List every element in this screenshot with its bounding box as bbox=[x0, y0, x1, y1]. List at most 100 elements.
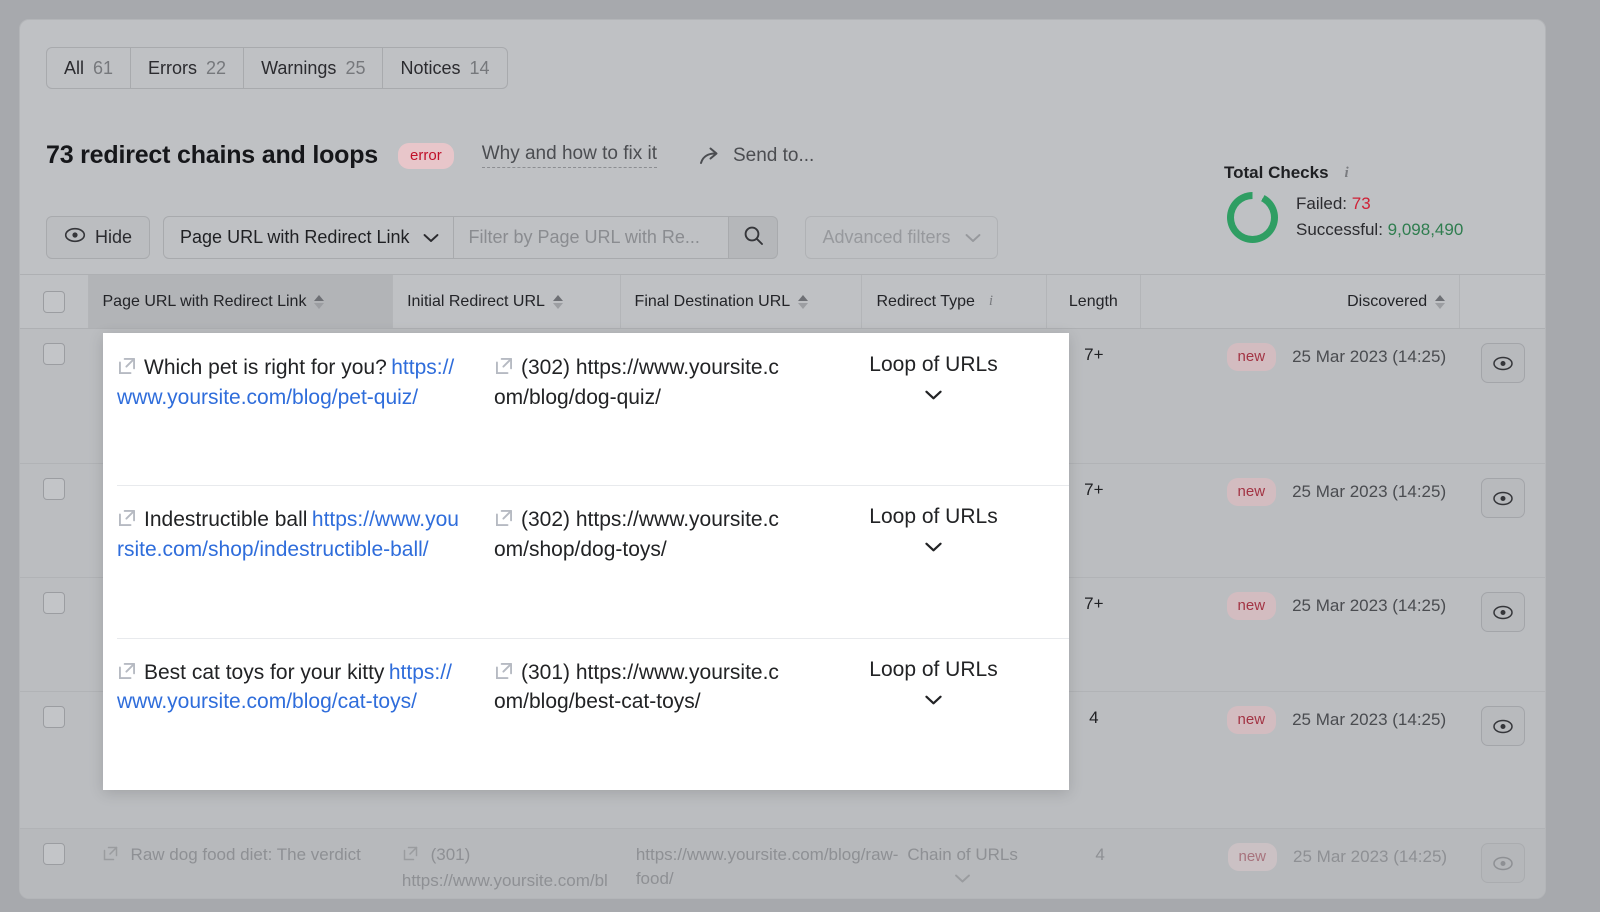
tab-notices[interactable]: Notices 14 bbox=[383, 48, 506, 88]
column-header-label: Final Destination URL bbox=[634, 292, 791, 310]
tab-errors[interactable]: Errors 22 bbox=[131, 48, 245, 88]
popup-redirect-type: Loop of URLs bbox=[869, 657, 998, 681]
popup-cell-type: Loop of URLs bbox=[798, 353, 1069, 485]
select-all-checkbox[interactable] bbox=[42, 290, 65, 313]
column-select[interactable]: Page URL with Redirect Link bbox=[163, 216, 455, 259]
row-preview-button[interactable] bbox=[1480, 706, 1525, 746]
external-link-icon[interactable] bbox=[117, 661, 137, 686]
search-button[interactable] bbox=[729, 216, 779, 259]
column-header-discovered[interactable]: Discovered bbox=[1141, 275, 1461, 328]
eye-icon bbox=[1493, 856, 1513, 870]
tab-all[interactable]: All 61 bbox=[47, 48, 132, 88]
cell-discovered: 25 Mar 2023 (14:25) bbox=[1292, 482, 1447, 502]
cell-length: 4 bbox=[1095, 845, 1105, 864]
column-header-label: Discovered bbox=[1347, 292, 1428, 310]
share-arrow-icon bbox=[699, 146, 723, 166]
popup-page-title[interactable]: Best cat toys for your kitty bbox=[144, 661, 384, 684]
info-icon[interactable]: i bbox=[1339, 165, 1355, 181]
popup-cell-initial: (301) https://www.yoursite.com/blog/best… bbox=[478, 658, 798, 790]
sort-icon[interactable] bbox=[798, 294, 809, 309]
info-icon[interactable]: i bbox=[983, 293, 999, 310]
issue-header: 73 redirect chains and loops error Why a… bbox=[46, 141, 814, 170]
cell-final-url[interactable]: https://www.yoursite.com/blog/raw-food/ bbox=[636, 843, 899, 891]
why-and-how-to-fix-it-link[interactable]: Why and how to fix it bbox=[481, 143, 657, 168]
row-preview-button[interactable] bbox=[1481, 843, 1526, 883]
row-detail-popup: Which pet is right for you? https://www.… bbox=[103, 333, 1069, 790]
advanced-filters-label: Advanced filters bbox=[822, 227, 951, 247]
column-header-length: Length bbox=[1047, 275, 1142, 328]
external-link-icon[interactable] bbox=[494, 661, 514, 686]
total-checks-legend: Failed: 73 Successful: 9,098,490 bbox=[1296, 191, 1463, 244]
total-checks-body: Failed: 73 Successful: 9,098,490 bbox=[1221, 191, 1521, 244]
sort-icon[interactable] bbox=[314, 294, 325, 309]
row-preview-button[interactable] bbox=[1480, 343, 1525, 383]
column-header-page-url[interactable]: Page URL with Redirect Link bbox=[88, 275, 394, 328]
successful-line: Successful: 9,098,490 bbox=[1296, 217, 1463, 243]
column-header-initial-url[interactable]: Initial Redirect URL bbox=[393, 275, 621, 328]
popup-page-title[interactable]: Which pet is right for you? bbox=[144, 356, 387, 379]
external-link-icon[interactable] bbox=[494, 356, 514, 381]
tab-errors-count: 22 bbox=[206, 57, 227, 78]
column-header-actions bbox=[1460, 275, 1545, 328]
chevron-down-icon[interactable] bbox=[814, 389, 1053, 401]
popup-initial-url[interactable]: (302) https://www.yoursite.com/blog/dog-… bbox=[494, 356, 779, 409]
send-to-button[interactable]: Send to... bbox=[699, 145, 814, 167]
column-select-value: Page URL with Redirect Link bbox=[180, 227, 410, 247]
row-checkbox[interactable] bbox=[43, 592, 66, 614]
row-checkbox[interactable] bbox=[43, 706, 66, 728]
column-header-label: Length bbox=[1068, 292, 1118, 310]
cell-initial-url[interactable]: (301) https://www.yoursite.com/bl bbox=[402, 845, 608, 890]
cell-page-title[interactable]: Raw dog food diet: The verdict bbox=[131, 845, 361, 864]
select-all-header bbox=[20, 275, 89, 328]
failed-value: 73 bbox=[1351, 194, 1371, 213]
sort-icon[interactable] bbox=[1435, 294, 1446, 309]
row-preview-button[interactable] bbox=[1480, 478, 1525, 518]
row-checkbox[interactable] bbox=[43, 343, 66, 365]
tab-warnings[interactable]: Warnings 25 bbox=[244, 48, 384, 88]
failed-label: Failed: bbox=[1296, 194, 1348, 213]
search-input[interactable] bbox=[454, 216, 730, 259]
column-header-label: Page URL with Redirect Link bbox=[102, 292, 307, 310]
popup-cell-initial: (302) https://www.yoursite.com/shop/dog-… bbox=[478, 505, 798, 637]
status-badge-new: new bbox=[1226, 706, 1277, 735]
tab-warnings-label: Warnings bbox=[261, 57, 337, 78]
popup-row[interactable]: Best cat toys for your kitty https://www… bbox=[103, 637, 1069, 790]
search-icon bbox=[743, 225, 764, 251]
total-checks-header: Total Checks i bbox=[1224, 163, 1521, 183]
tab-notices-count: 14 bbox=[469, 57, 490, 78]
advanced-filters-dropdown[interactable]: Advanced filters bbox=[805, 216, 998, 259]
chevron-down-icon bbox=[965, 227, 981, 248]
send-to-label: Send to... bbox=[732, 144, 815, 166]
popup-redirect-type: Loop of URLs bbox=[869, 353, 998, 376]
row-preview-button[interactable] bbox=[1480, 592, 1525, 632]
eye-icon bbox=[1492, 719, 1513, 733]
cell-discovered: 25 Mar 2023 (14:25) bbox=[1292, 347, 1447, 367]
eye-icon bbox=[1492, 605, 1513, 619]
table-row[interactable]: Raw dog food diet: The verdict (301) htt… bbox=[20, 829, 1545, 898]
chevron-down-icon[interactable] bbox=[814, 541, 1053, 553]
popup-initial-url[interactable]: (301) https://www.yoursite.com/blog/best… bbox=[494, 661, 779, 714]
popup-page-title[interactable]: Indestructible ball bbox=[144, 508, 307, 531]
popup-row[interactable]: Which pet is right for you? https://www.… bbox=[103, 333, 1069, 485]
popup-cell-type: Loop of URLs bbox=[798, 658, 1069, 790]
row-checkbox[interactable] bbox=[42, 843, 65, 865]
tab-notices-label: Notices bbox=[400, 57, 461, 78]
external-link-icon[interactable] bbox=[117, 508, 137, 533]
external-link-icon[interactable] bbox=[117, 356, 137, 381]
checks-donut-chart bbox=[1227, 191, 1278, 243]
popup-row[interactable]: Indestructible ball https://www.yoursite… bbox=[103, 485, 1069, 637]
external-link-icon[interactable] bbox=[494, 508, 514, 533]
chevron-down-icon[interactable] bbox=[814, 694, 1053, 706]
popup-initial-url[interactable]: (302) https://www.yoursite.com/shop/dog-… bbox=[494, 508, 779, 561]
cell-redirect-type: Chain of URLs bbox=[907, 845, 1018, 864]
popup-redirect-type: Loop of URLs bbox=[869, 505, 998, 529]
column-header-final-url[interactable]: Final Destination URL bbox=[621, 275, 863, 328]
filter-toolbar: Hide Page URL with Redirect Link Filter … bbox=[46, 216, 998, 259]
page-title: 73 redirect chains and loops bbox=[46, 141, 379, 169]
sort-icon[interactable] bbox=[552, 294, 563, 309]
page-root: All 61 Errors 22 Warnings 25 Notices 14 … bbox=[0, 0, 1600, 912]
chevron-down-icon[interactable] bbox=[886, 873, 1040, 884]
status-badge-new: new bbox=[1227, 843, 1278, 872]
hide-button[interactable]: Hide bbox=[46, 216, 151, 259]
row-checkbox[interactable] bbox=[43, 478, 66, 500]
